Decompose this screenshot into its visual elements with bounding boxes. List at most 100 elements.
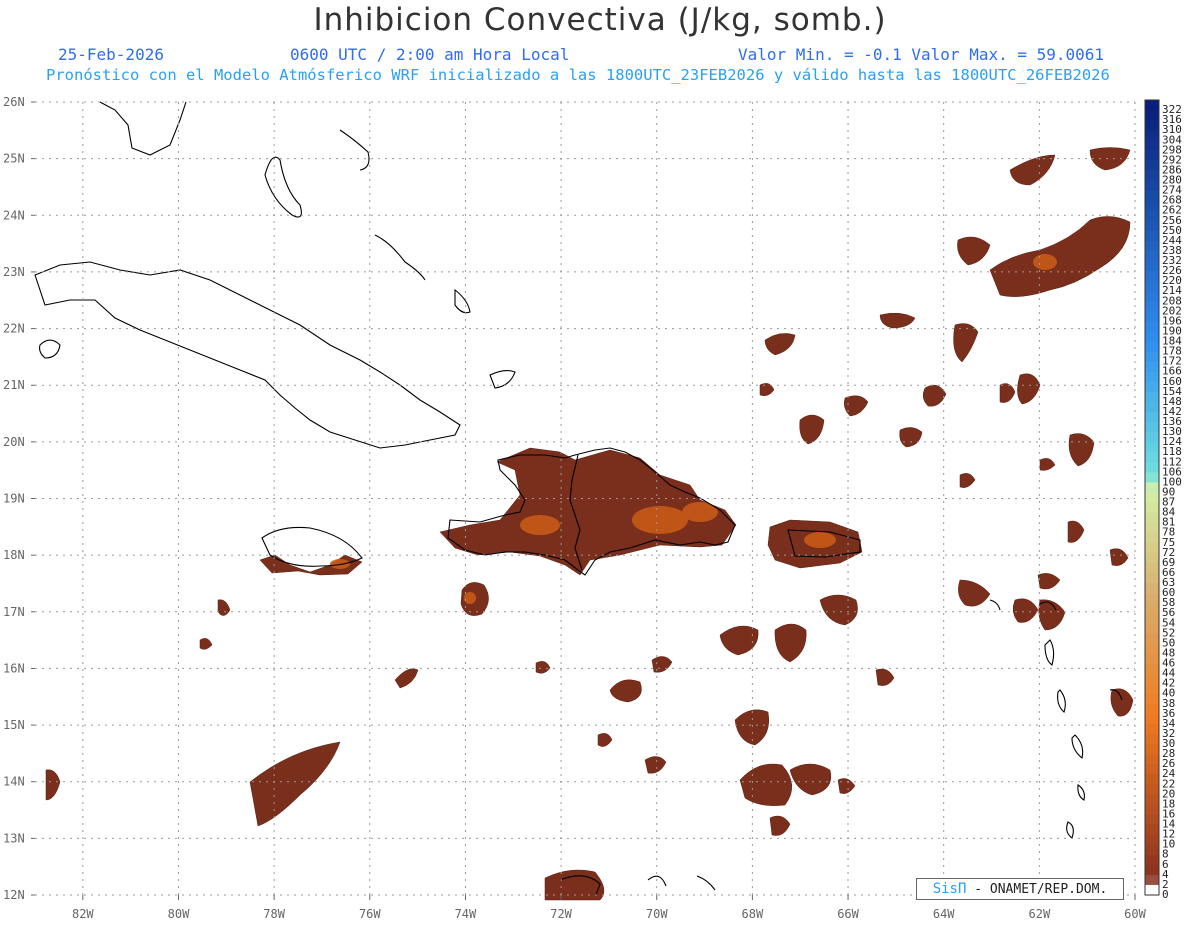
colorbar-swatch [1145, 703, 1159, 715]
colorbar-swatch [1145, 542, 1159, 554]
lon-label: 82W [72, 907, 94, 921]
colorbar-swatch [1145, 844, 1159, 856]
colorbar-swatch [1145, 623, 1159, 634]
colorbar-swatch [1145, 160, 1159, 171]
lat-label: 25N [3, 152, 25, 166]
colorbar-swatch [1145, 583, 1159, 594]
lat-label: 24N [3, 208, 25, 222]
lon-label: 60W [1124, 907, 1146, 921]
colorbar-swatch [1145, 864, 1159, 876]
colorbar-swatch [1145, 321, 1159, 332]
lat-label: 15N [3, 718, 25, 732]
colorbar-swatch [1145, 190, 1159, 202]
lon-label: 78W [263, 907, 285, 921]
colorbar-swatch [1145, 210, 1159, 222]
colorbar-swatch [1145, 442, 1159, 453]
lat-label: 19N [3, 492, 25, 506]
lon-label: 80W [168, 907, 190, 921]
colorbar-swatch [1145, 643, 1159, 654]
latitude-labels: 26N 25N 24N 23N 22N 21N 20N 19N 18N 17N 16N 15N 14N 1… [3, 95, 35, 902]
lon-label: 64W [933, 907, 955, 921]
colorbar-swatch [1145, 240, 1159, 252]
lat-label: 21N [3, 378, 25, 392]
colorbar-labels: 3223163103042982922862802742682622562502… [1162, 103, 1182, 901]
lat-label: 16N [3, 661, 25, 675]
colorbar-swatch [1145, 411, 1159, 423]
colorbar-swatch [1145, 452, 1159, 463]
lat-label: 12N [3, 888, 25, 902]
credit-box: SisΠ - ONAMET/REP.DOM. [916, 878, 1124, 900]
colorbar-swatch [1145, 804, 1159, 815]
colorbar-swatch [1145, 593, 1159, 604]
colorbar-swatch [1145, 180, 1159, 192]
colorbar-swatch [1145, 401, 1159, 413]
colorbar-swatch [1145, 311, 1159, 322]
colorbar-swatch [1145, 764, 1159, 775]
colorbar-swatch [1145, 150, 1159, 161]
lon-label: 62W [1029, 907, 1051, 921]
colorbar-swatch [1145, 361, 1159, 373]
lat-label: 18N [3, 548, 25, 562]
colorbar-swatch [1145, 220, 1159, 232]
colorbar-swatch [1145, 774, 1159, 785]
colorbar-swatch [1145, 854, 1159, 866]
colorbar-swatch [1145, 653, 1159, 665]
colorbar-swatch [1145, 170, 1159, 182]
colorbar-swatch [1145, 683, 1159, 695]
colorbar-swatch [1145, 120, 1159, 131]
colorbar-swatch [1145, 391, 1159, 403]
lon-label: 68W [742, 907, 764, 921]
colorbar-swatch [1145, 140, 1159, 151]
colorbar-swatch [1145, 693, 1159, 705]
colorbar-swatch [1145, 261, 1159, 272]
lat-label: 26N [3, 95, 25, 109]
colorbar-swatch [1145, 301, 1159, 312]
colorbar-swatch [1145, 814, 1159, 826]
lat-label: 17N [3, 605, 25, 619]
colorbar-swatch [1145, 572, 1159, 584]
lat-label: 14N [3, 775, 25, 789]
colorbar-swatch [1145, 633, 1159, 644]
lon-label: 76W [359, 907, 381, 921]
colorbar-swatch [1145, 744, 1159, 755]
colorbar-swatch [1145, 532, 1159, 544]
colorbar-swatch [1145, 281, 1159, 292]
colorbar-swatch [1145, 884, 1159, 896]
colorbar-swatch [1145, 673, 1159, 685]
colorbar-swatch [1145, 271, 1159, 282]
colorbar [1144, 99, 1160, 896]
lon-label: 66W [837, 907, 859, 921]
colorbar-swatch [1145, 733, 1159, 745]
colorbar-swatch [1145, 794, 1159, 805]
colorbar-swatch [1145, 422, 1159, 433]
cin-map: 26N 25N 24N 23N 22N 21N 20N 19N 18N 17N 16N 15N 14N 1… [3, 95, 1182, 921]
lon-label: 70W [646, 907, 668, 921]
colorbar-swatch [1145, 834, 1159, 846]
colorbar-swatch [1145, 754, 1159, 765]
colorbar-swatch [1145, 230, 1159, 242]
colorbar-swatch [1145, 552, 1159, 564]
colorbar-swatch [1145, 713, 1159, 725]
lon-label: 72W [550, 907, 572, 921]
colorbar-swatch [1145, 482, 1159, 493]
colorbar-swatch [1145, 351, 1159, 363]
colorbar-swatch [1145, 381, 1159, 393]
colorbar-swatch [1145, 874, 1159, 886]
colorbar-swatch [1145, 462, 1159, 473]
colorbar-swatch [1145, 100, 1159, 111]
colorbar-swatch [1145, 341, 1159, 353]
colorbar-swatch [1145, 723, 1159, 735]
colorbar-swatch [1145, 130, 1159, 141]
colorbar-swatch [1145, 432, 1159, 443]
lat-label: 13N [3, 831, 25, 845]
colorbar-swatch [1145, 562, 1159, 574]
colorbar-swatch [1145, 824, 1159, 836]
lat-label: 22N [3, 322, 25, 336]
colorbar-swatch [1145, 110, 1159, 121]
sispi-logo: SisΠ [932, 881, 967, 897]
colorbar-swatch [1145, 613, 1159, 624]
colorbar-swatch [1145, 200, 1159, 212]
lat-label: 23N [3, 265, 25, 279]
colorbar-swatch [1145, 784, 1159, 795]
colorbar-swatch [1145, 492, 1159, 504]
